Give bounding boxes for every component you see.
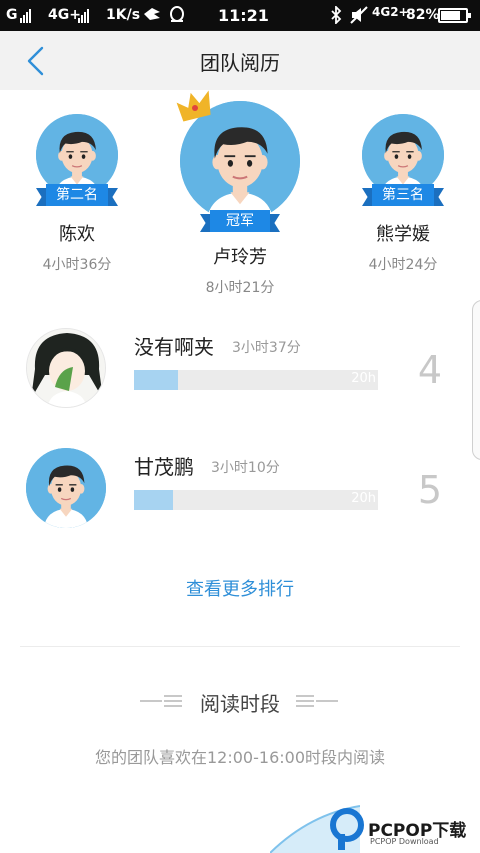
podium-first[interactable]: 冠军 卢玲芳 8小时21分 (172, 88, 308, 297)
qq-icon (168, 5, 186, 29)
mute-icon (350, 6, 368, 28)
rank-badge-label: 冠军 (210, 210, 270, 232)
reading-time: 3小时10分 (211, 460, 280, 476)
page-title: 团队阅历 (200, 51, 280, 75)
rank-ribbon: 第二名 (36, 184, 118, 206)
avatar (26, 328, 106, 408)
pcpop-logo-icon (330, 808, 364, 850)
progress-fill (134, 370, 178, 390)
podium-second[interactable]: 第二名 陈欢 4小时36分 (20, 114, 134, 274)
section-title: 阅读时段 (200, 692, 280, 716)
progress-bar: 20h (134, 490, 378, 510)
network2-label: 4G2+ (372, 5, 409, 19)
side-drawer-handle[interactable] (472, 300, 480, 460)
network-label: 4G+ (48, 7, 81, 23)
rank-ribbon: 第三名 (362, 184, 444, 206)
watermark-subtext: PCPOP Download (370, 837, 439, 846)
progress-fill (134, 490, 174, 510)
reading-time: 3小时37分 (232, 340, 301, 356)
rank-number: 5 (417, 468, 443, 512)
notification-icon (142, 6, 162, 26)
progress-max-label: 20h (351, 371, 376, 386)
member-name: 陈欢 (59, 224, 95, 245)
member-name: 卢玲芳 (213, 247, 267, 268)
status-bar: G 4G+ 1K/s 11:21 4G2+ 82% (0, 0, 480, 31)
member-name: 熊学媛 (376, 224, 430, 245)
battery-icon (438, 8, 471, 23)
signal-icon (20, 7, 32, 23)
title-decoration-right (296, 693, 340, 709)
member-name: 甘茂鹏 (134, 455, 194, 479)
reading-time: 4小时24分 (368, 257, 438, 273)
rank-number: 4 (417, 348, 443, 392)
view-more-ranking-link[interactable]: 查看更多排行 (0, 575, 480, 601)
reading-time: 4小时36分 (42, 257, 112, 273)
avatar-anime-icon (27, 329, 105, 407)
rank-badge-label: 第三名 (372, 184, 434, 206)
section-description: 您的团队喜欢在12:00-16:00时段内阅读 (95, 748, 385, 767)
watermark: PCPOP下载 PCPOP Download (330, 808, 480, 853)
clock: 11:21 (218, 6, 269, 25)
signal-icon-2 (78, 7, 90, 23)
progress-max-label: 20h (351, 491, 376, 506)
divider (20, 646, 460, 647)
podium-third[interactable]: 第三名 熊学媛 4小时24分 (346, 114, 460, 274)
crown-icon (176, 90, 211, 122)
reading-time: 8小时21分 (205, 280, 275, 296)
avatar (26, 448, 106, 528)
member-name: 没有啊夹 (134, 335, 214, 359)
speed-label: 1K/s (106, 7, 141, 23)
ranking-row[interactable]: 没有啊夹 3小时37分 20h 4 (0, 328, 480, 418)
progress-bar: 20h (134, 370, 378, 390)
avatar-boy-icon (26, 448, 106, 528)
bluetooth-icon (330, 4, 342, 28)
rank-ribbon: 冠军 (200, 210, 280, 232)
battery-percent: 82% (406, 7, 440, 23)
rank-badge-label: 第二名 (46, 184, 108, 206)
app-header: 团队阅历 (0, 31, 480, 90)
ranking-row[interactable]: 甘茂鹏 3小时10分 20h 5 (0, 448, 480, 538)
carrier-label: G (6, 7, 18, 23)
